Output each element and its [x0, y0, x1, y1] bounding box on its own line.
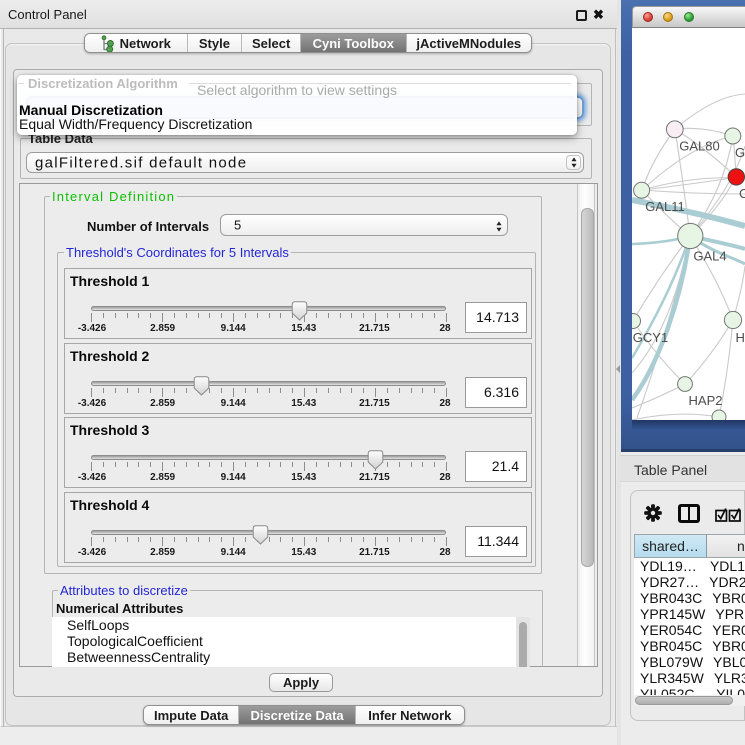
svg-text:GAL80: GAL80	[679, 139, 719, 154]
svg-text:C: C	[739, 186, 745, 201]
svg-text:HAP2: HAP2	[689, 393, 723, 408]
svg-text:GCY1: GCY1	[633, 330, 668, 345]
svg-text:GAL11: GAL11	[645, 199, 685, 214]
svg-text:H: H	[736, 330, 745, 345]
svg-text:GAL4: GAL4	[693, 249, 726, 264]
svg-text:GA: GA	[735, 145, 745, 160]
